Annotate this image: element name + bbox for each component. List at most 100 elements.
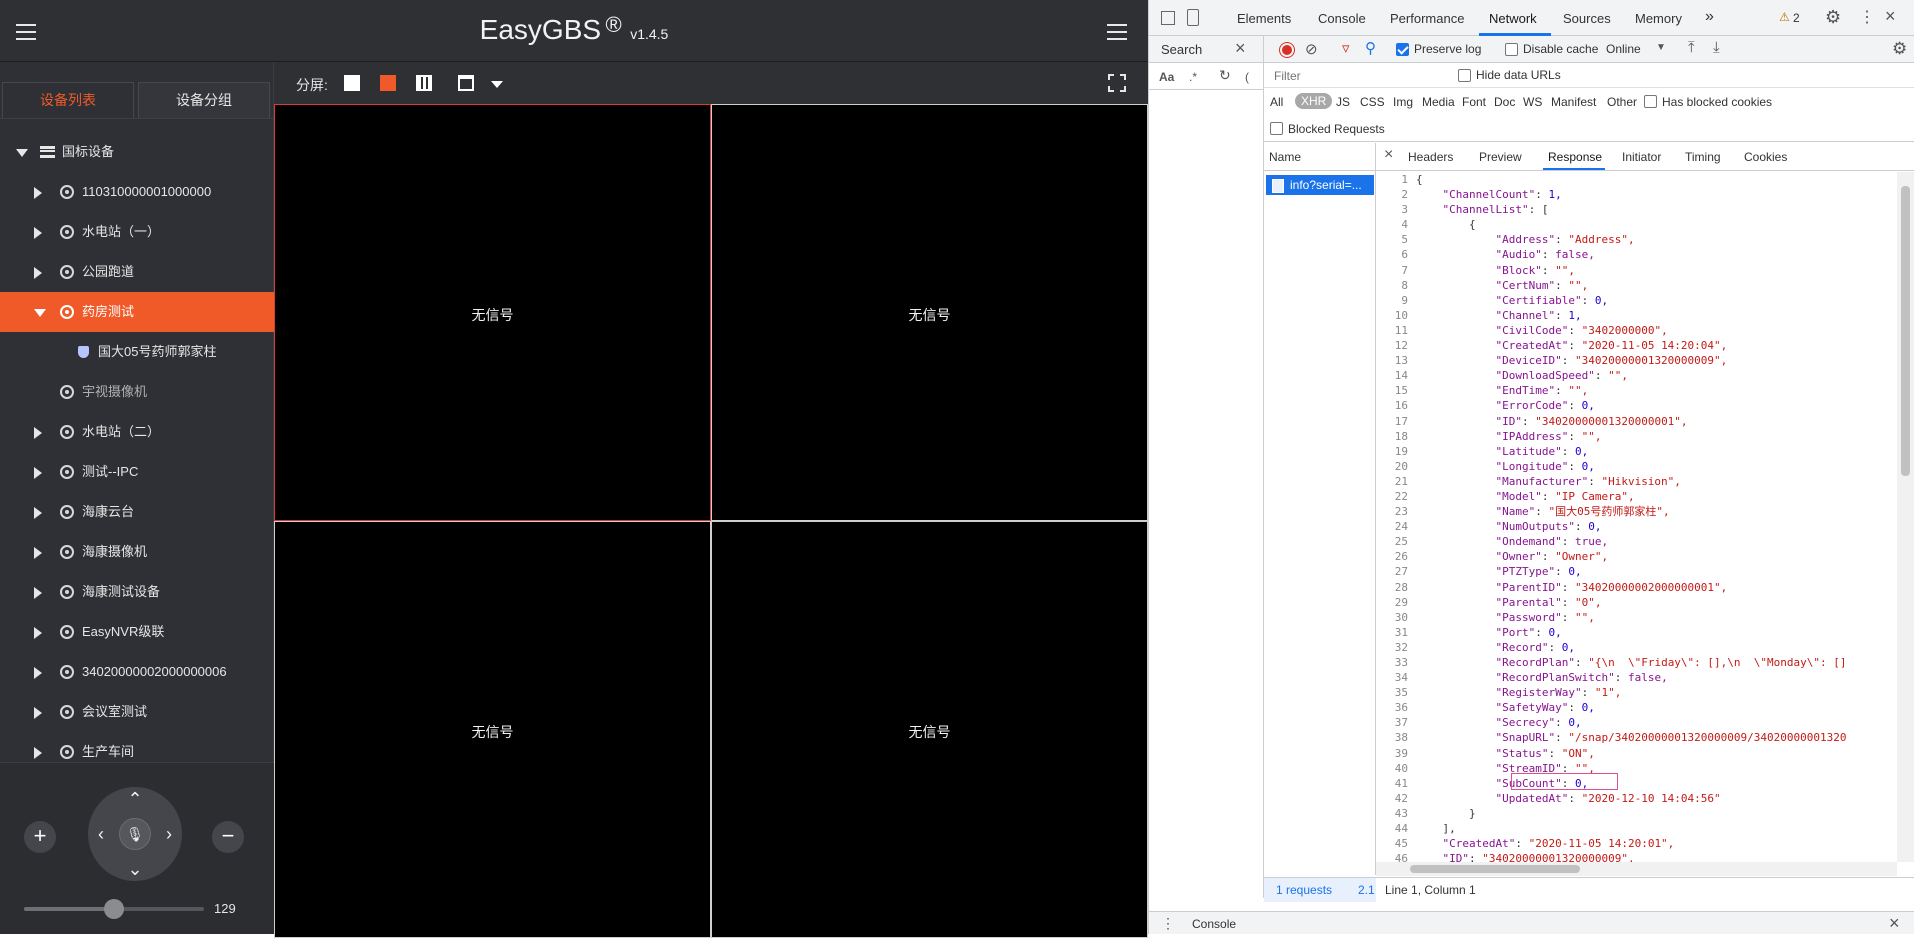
preserve-log-checkbox[interactable]: [1396, 43, 1409, 56]
tab-headers[interactable]: Headers: [1408, 150, 1453, 164]
caret-right-icon[interactable]: [34, 467, 42, 479]
refresh-icon[interactable]: ↻: [1219, 67, 1231, 84]
inspect-icon[interactable]: [1161, 11, 1175, 25]
device-toolbar-icon[interactable]: [1187, 9, 1199, 26]
tree-node[interactable]: 110310000001000000: [0, 172, 274, 212]
tree-node[interactable]: 海康测试设备: [0, 572, 274, 612]
caret-right-icon[interactable]: [34, 427, 42, 439]
close-detail-icon[interactable]: ×: [1384, 146, 1393, 164]
layout-dropdown-icon[interactable]: [491, 81, 503, 88]
filter-input[interactable]: [1274, 67, 1450, 85]
zoom-in-button[interactable]: +: [24, 821, 56, 853]
tab-device-group[interactable]: 设备分组: [138, 82, 270, 118]
chevron-left-icon[interactable]: ‹: [91, 824, 111, 844]
export-har-icon[interactable]: ⤓: [1713, 39, 1720, 56]
settings-gear-icon[interactable]: ⚙: [1825, 7, 1841, 28]
tab-device-list[interactable]: 设备列表: [2, 82, 134, 118]
tab-timing[interactable]: Timing: [1685, 150, 1721, 164]
chevron-right-icon[interactable]: ›: [159, 824, 179, 844]
tab-cookies[interactable]: Cookies: [1744, 150, 1787, 164]
tree-node[interactable]: 宇视摄像机: [0, 372, 274, 412]
tree-node[interactable]: 水电站（一）: [0, 212, 274, 252]
response-body[interactable]: 1{2 "ChannelCount": 1, 3 "ChannelList": […: [1376, 172, 1897, 867]
type-js[interactable]: JS: [1336, 95, 1350, 109]
tab-response[interactable]: Response: [1548, 150, 1602, 164]
regex-toggle[interactable]: .*: [1189, 70, 1197, 84]
tree-node[interactable]: 海康摄像机: [0, 532, 274, 572]
caret-right-icon[interactable]: [34, 707, 42, 719]
drawer-console-tab[interactable]: Console: [1192, 917, 1236, 931]
disable-cache-checkbox[interactable]: [1505, 43, 1518, 56]
network-settings-gear-icon[interactable]: ⚙: [1892, 39, 1907, 59]
type-doc[interactable]: Doc: [1494, 95, 1515, 109]
caret-right-icon[interactable]: [34, 227, 42, 239]
vertical-scroll-thumb[interactable]: [1901, 186, 1910, 476]
throttle-dropdown-icon[interactable]: ▼: [1656, 42, 1666, 53]
has-blocked-cookies-checkbox[interactable]: [1644, 95, 1657, 108]
layout-9-icon[interactable]: [416, 75, 432, 91]
clear-icon[interactable]: ⊘: [1305, 40, 1318, 58]
layout-custom-icon[interactable]: [458, 75, 474, 91]
type-font[interactable]: Font: [1462, 95, 1486, 109]
type-ws[interactable]: WS: [1523, 95, 1542, 109]
tab-elements[interactable]: Elements: [1237, 11, 1291, 26]
chevron-up-icon[interactable]: ⌃: [125, 789, 145, 809]
more-tabs-icon[interactable]: »: [1705, 8, 1714, 26]
tab-preview[interactable]: Preview: [1479, 150, 1522, 164]
hide-data-urls-checkbox[interactable]: [1458, 69, 1471, 82]
tab-initiator[interactable]: Initiator: [1622, 150, 1661, 164]
caret-right-icon[interactable]: [34, 747, 42, 759]
caret-right-icon[interactable]: [34, 627, 42, 639]
match-case-toggle[interactable]: Aa: [1159, 70, 1174, 84]
tree-node[interactable]: 生产车间: [0, 732, 274, 762]
tree-node[interactable]: 水电站（二）: [0, 412, 274, 452]
tab-network[interactable]: Network: [1489, 11, 1537, 26]
throttle-select[interactable]: Online: [1606, 42, 1641, 56]
type-all[interactable]: All: [1270, 95, 1283, 109]
clear-search-icon[interactable]: (: [1245, 70, 1249, 84]
kebab-menu-icon[interactable]: ⋮: [1859, 7, 1875, 27]
drawer-menu-icon[interactable]: ⋮: [1161, 915, 1175, 932]
response-vertical-scrollbar[interactable]: [1897, 172, 1914, 862]
zoom-out-button[interactable]: −: [212, 821, 244, 853]
caret-right-icon[interactable]: [34, 267, 42, 279]
caret-right-icon[interactable]: [34, 587, 42, 599]
tree-node[interactable]: 海康云台: [0, 492, 274, 532]
tree-node[interactable]: 药房测试: [0, 292, 274, 332]
response-horizontal-scrollbar[interactable]: [1376, 862, 1897, 876]
tab-memory[interactable]: Memory: [1635, 11, 1682, 26]
record-icon[interactable]: [1280, 43, 1294, 57]
tree-node[interactable]: EasyNVR级联: [0, 612, 274, 652]
video-cell[interactable]: 无信号: [711, 104, 1148, 521]
video-cell[interactable]: 无信号: [711, 521, 1148, 938]
horizontal-scroll-thumb[interactable]: [1410, 865, 1580, 873]
tree-node[interactable]: 国标设备: [0, 132, 274, 172]
caret-down-icon[interactable]: [16, 149, 28, 157]
video-cell[interactable]: 无信号: [274, 104, 711, 521]
tree-node[interactable]: 公园跑道: [0, 252, 274, 292]
type-xhr[interactable]: XHR: [1295, 93, 1333, 109]
import-har-icon[interactable]: ⤒: [1688, 39, 1695, 56]
fullscreen-icon[interactable]: [1108, 74, 1126, 92]
caret-right-icon[interactable]: [34, 667, 42, 679]
tab-sources[interactable]: Sources: [1563, 11, 1611, 26]
blocked-requests-checkbox[interactable]: [1270, 122, 1283, 135]
tab-console[interactable]: Console: [1318, 11, 1366, 26]
caret-right-icon[interactable]: [34, 507, 42, 519]
close-search-icon[interactable]: ×: [1235, 38, 1246, 59]
caret-right-icon[interactable]: [34, 547, 42, 559]
filter-icon[interactable]: ▿: [1342, 39, 1350, 57]
type-other[interactable]: Other: [1607, 95, 1637, 109]
speed-slider-thumb[interactable]: [104, 899, 124, 919]
name-column-header[interactable]: Name: [1264, 143, 1375, 171]
type-media[interactable]: Media: [1422, 95, 1455, 109]
right-menu-icon[interactable]: [1107, 24, 1127, 40]
ptz-center-mic-icon[interactable]: 🎙: [119, 818, 151, 850]
tree-node[interactable]: 测试--IPC: [0, 452, 274, 492]
close-drawer-icon[interactable]: ×: [1889, 913, 1900, 934]
caret-down-icon[interactable]: [34, 309, 46, 317]
close-devtools-icon[interactable]: ×: [1885, 6, 1896, 27]
warning-count[interactable]: 2: [1793, 11, 1800, 25]
request-row[interactable]: info?serial=...: [1266, 175, 1374, 195]
type-manifest[interactable]: Manifest: [1551, 95, 1596, 109]
